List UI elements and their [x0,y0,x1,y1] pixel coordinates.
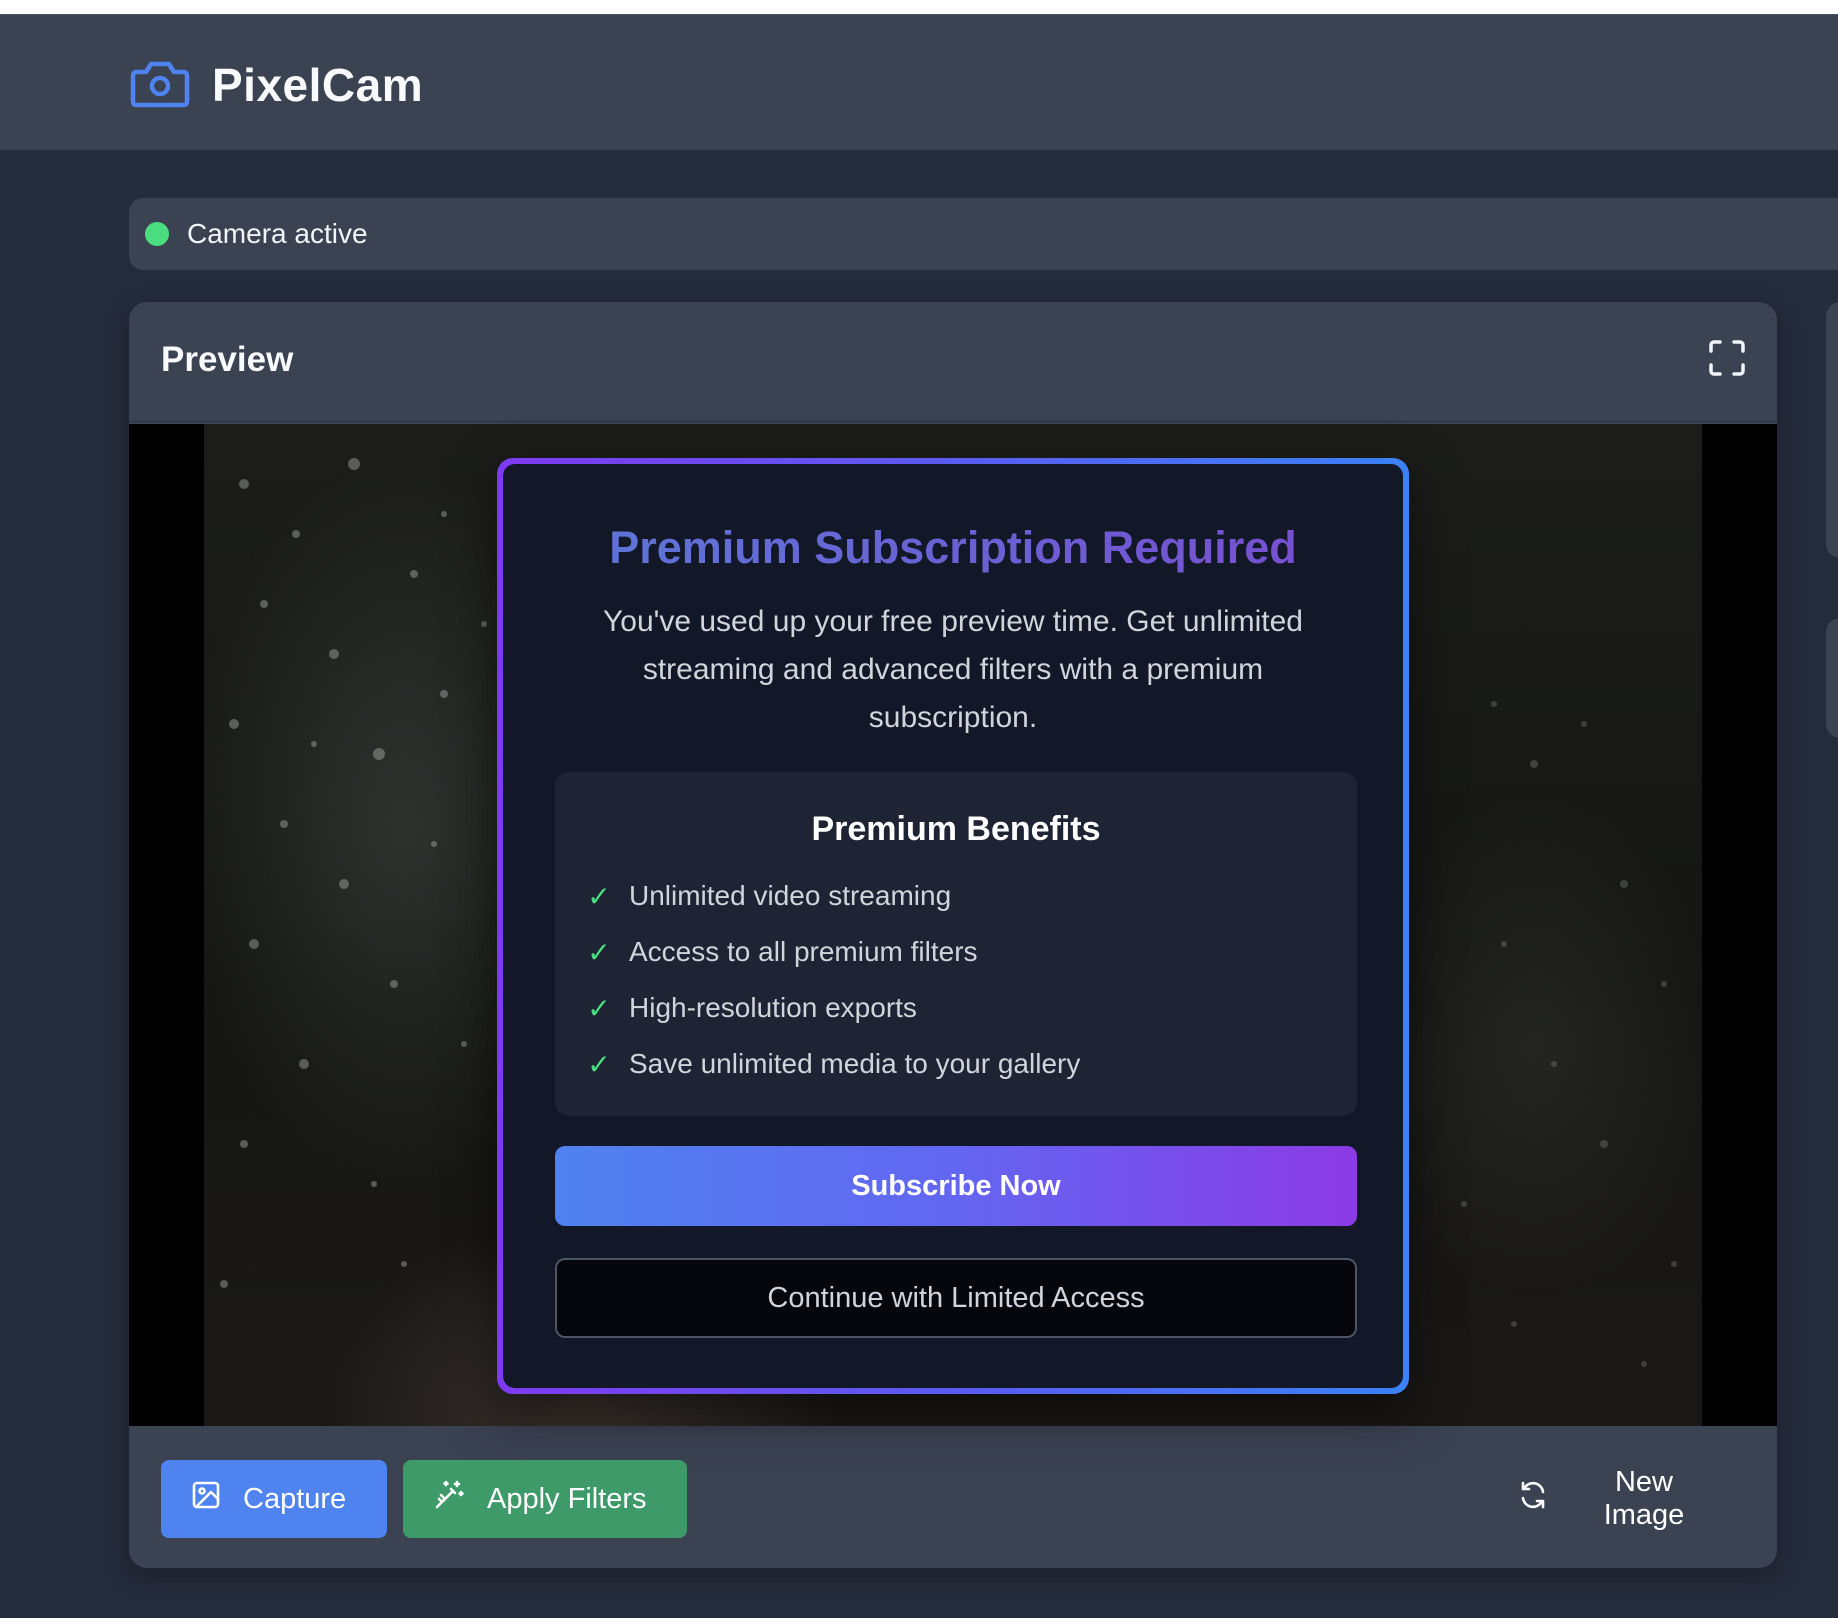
camera-preview-area[interactable]: Premium Subscription Required You've use… [129,424,1777,1426]
apply-filters-button[interactable]: Apply Filters [403,1460,687,1538]
side-panel-edge [1826,618,1838,738]
modal-description: You've used up your free preview time. G… [603,605,1303,734]
status-indicator-dot [145,222,169,246]
window-top-strip [0,0,1838,14]
camera-icon [130,56,190,115]
check-icon: ✓ [587,992,611,1024]
image-icon [191,1480,221,1518]
benefit-item: ✓ Unlimited video streaming [587,876,951,916]
fullscreen-button[interactable] [1707,339,1747,381]
benefit-label: High-resolution exports [629,992,917,1023]
check-icon: ✓ [587,936,611,968]
benefit-label: Unlimited video streaming [629,880,952,911]
capture-label: Capture [243,1482,347,1515]
status-text: Camera active [187,218,368,249]
benefit-label: Save unlimited media to your gallery [629,1048,1081,1079]
preview-panel: Preview Premium Subscription Required Yo… [129,302,1777,1568]
continue-limited-access-button[interactable]: Continue with Limited Access [555,1258,1357,1338]
check-icon: ✓ [587,880,611,912]
subscription-modal: Premium Subscription Required You've use… [497,458,1409,1394]
side-panel-edge [1826,302,1838,558]
modal-title: Premium Subscription Required [503,522,1403,574]
benefits-box: Premium Benefits ✓ Unlimited video strea… [555,772,1357,1116]
brand[interactable]: PixelCam [130,55,423,115]
subscription-modal-body: Premium Subscription Required You've use… [503,464,1403,1388]
fullscreen-icon [1709,339,1745,381]
benefit-label: Access to all premium filters [629,936,978,967]
new-image-button[interactable]: New Image [1497,1460,1737,1538]
benefit-item: ✓ Access to all premium filters [587,932,978,972]
preview-toolbar: Capture Apply Filters New Image [129,1426,1777,1568]
benefit-item: ✓ High-resolution exports [587,988,917,1028]
capture-button[interactable]: Capture [161,1460,387,1538]
magic-wand-icon [433,1479,465,1519]
subscribe-now-button[interactable]: Subscribe Now [555,1146,1357,1226]
benefit-item: ✓ Save unlimited media to your gallery [587,1044,1080,1084]
new-image-label: New Image [1603,1466,1685,1531]
apply-filters-label: Apply Filters [487,1482,647,1515]
preview-header: Preview [129,302,1777,422]
benefits-title: Premium Benefits [811,810,1101,848]
app-title: PixelCam [212,59,424,111]
refresh-icon [1517,1479,1549,1519]
camera-status-bar: Camera active [129,198,1838,270]
check-icon: ✓ [587,1048,611,1080]
app-header: PixelCam [0,14,1838,150]
preview-title: Preview [161,340,294,379]
